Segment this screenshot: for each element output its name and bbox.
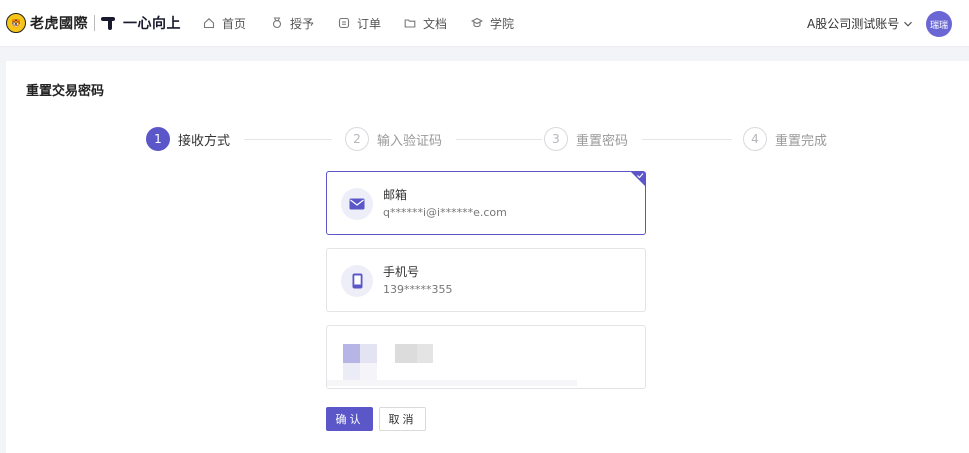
step-3: 3 重置密码 <box>544 127 628 151</box>
steps-indicator: 1 接收方式 2 输入验证码 3 重置密码 4 重置完成 <box>146 127 836 151</box>
page-title: 重置交易密码 <box>26 84 105 99</box>
nav-label: 学院 <box>490 16 515 31</box>
option-phone[interactable]: 手机号 139*****355 <box>326 248 646 312</box>
step-number: 2 <box>345 127 369 151</box>
order-icon <box>338 17 350 29</box>
top-navigation-bar: 🐯 老虎國際 一心向上 首页 授予 订单 文档 学院 A股公司测试账号 瑞瑞 <box>0 0 969 47</box>
step-number: 4 <box>743 127 767 151</box>
step-number: 1 <box>146 127 170 151</box>
nav-label: 文档 <box>423 16 448 31</box>
nav-label: 订单 <box>357 16 382 31</box>
academy-icon <box>471 17 483 28</box>
option-title: 手机号 <box>383 265 420 279</box>
reset-password-panel: 重置交易密码 1 接收方式 2 输入验证码 3 重置密码 4 重置完成 邮箱 q… <box>6 61 969 453</box>
step-label: 重置密码 <box>576 133 629 149</box>
option-value: 139*****355 <box>383 283 453 296</box>
step-connector <box>642 139 732 140</box>
phone-icon <box>341 265 373 297</box>
step-number: 3 <box>544 127 568 151</box>
step-1: 1 接收方式 <box>146 127 230 151</box>
account-label: A股公司测试账号 <box>807 17 900 31</box>
nav-item-docs[interactable]: 文档 <box>404 15 447 31</box>
nav-item-grant[interactable]: 授予 <box>271 15 314 31</box>
medal-icon <box>272 17 282 29</box>
step-connector <box>456 139 542 140</box>
option-email[interactable]: 邮箱 q******i@i******e.com <box>326 171 646 235</box>
nav-label: 首页 <box>222 16 247 31</box>
nav-label: 授予 <box>290 16 315 31</box>
check-icon <box>637 173 644 179</box>
brand-name: 老虎國際 <box>30 16 88 32</box>
mail-icon <box>341 188 373 220</box>
avatar[interactable]: 瑞瑞 <box>926 11 952 37</box>
step-2: 2 输入验证码 <box>345 127 442 151</box>
home-icon <box>203 18 215 29</box>
account-switcher[interactable]: A股公司测试账号 <box>807 15 913 32</box>
option-value: q******i@i******e.com <box>383 206 507 219</box>
tiger-logo-icon: 🐯 <box>6 13 26 33</box>
redacted-content <box>327 344 577 386</box>
nav-item-orders[interactable]: 订单 <box>338 15 381 31</box>
option-title: 邮箱 <box>383 188 408 202</box>
step-label: 输入验证码 <box>377 133 443 149</box>
chevron-down-icon <box>904 21 913 27</box>
brand-logo[interactable]: 🐯 老虎國際 一心向上 <box>6 12 181 34</box>
step-label: 接收方式 <box>178 133 231 149</box>
step-label: 重置完成 <box>775 133 828 149</box>
step-connector <box>244 139 332 140</box>
nav-item-home[interactable]: 首页 <box>203 15 246 31</box>
slogan-mark-icon <box>101 15 117 31</box>
folder-icon <box>404 19 416 28</box>
brand-slogan: 一心向上 <box>123 16 181 32</box>
option-redacted[interactable] <box>326 325 646 389</box>
cancel-button[interactable]: 取消 <box>379 407 426 431</box>
nav-item-academy[interactable]: 学院 <box>471 15 514 31</box>
confirm-button[interactable]: 确认 <box>326 407 373 431</box>
brand-divider <box>94 15 95 31</box>
step-4: 4 重置完成 <box>743 127 827 151</box>
